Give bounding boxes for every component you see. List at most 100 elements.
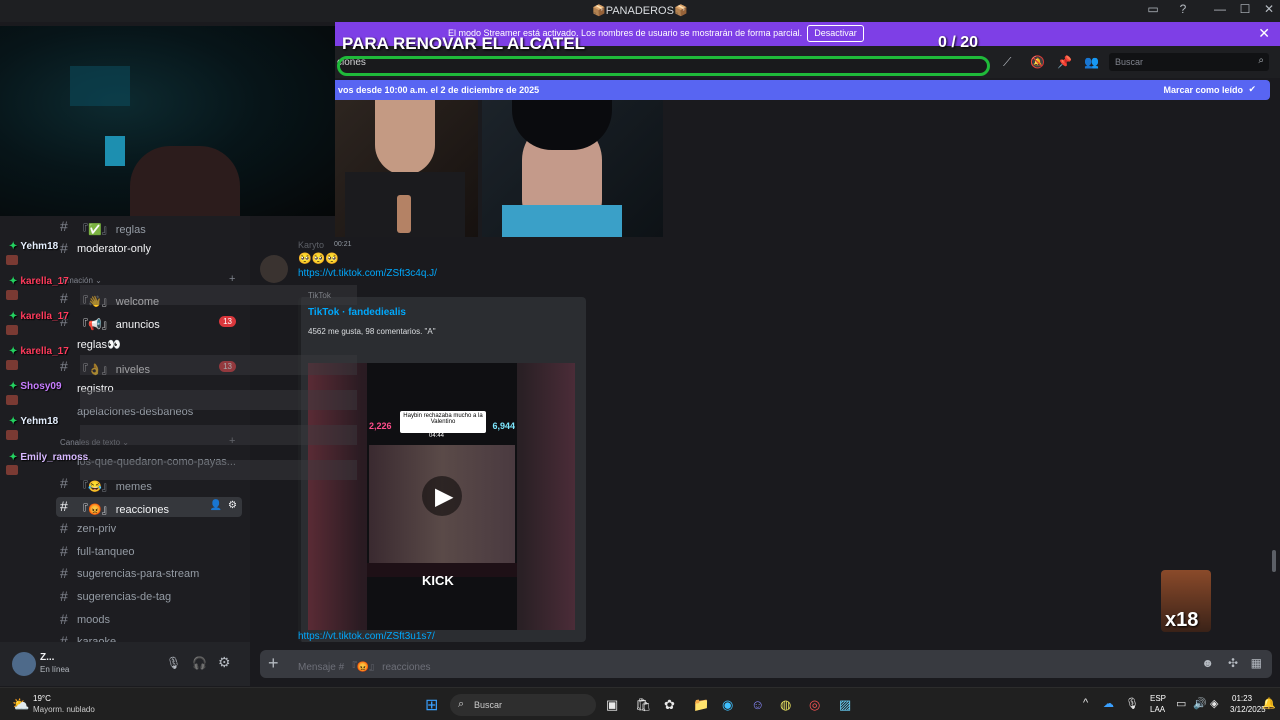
- stream-chat-user: ✦ Emily_ramoss: [9, 452, 89, 463]
- close-banner-icon[interactable]: ✕: [1258, 25, 1270, 42]
- message-input[interactable]: + Mensaje # 『😡』 reacciones ☻ ✣ ▦: [260, 650, 1272, 678]
- chat-avatar: [6, 290, 18, 300]
- message-author[interactable]: Karyto: [298, 240, 324, 250]
- mute-icon[interactable]: 🔕: [1030, 55, 1045, 69]
- goal-count: 0 / 20: [938, 34, 979, 51]
- volume-icon[interactable]: 🔊: [1193, 697, 1207, 710]
- chat-avatar: [6, 465, 18, 475]
- headphones-icon[interactable]: 🎧: [192, 656, 207, 670]
- language-label[interactable]: ESP: [1150, 694, 1166, 703]
- notification-icon[interactable]: 🔔: [1262, 697, 1276, 710]
- channel-reglas[interactable]: # 『✅』 reglas: [56, 217, 242, 237]
- scrollbar-thumb[interactable]: [1272, 550, 1276, 572]
- search-placeholder: Buscar: [1115, 57, 1144, 67]
- deactivate-button[interactable]: Desactivar: [807, 25, 864, 42]
- microphone-tray-icon[interactable]: 🎙: [1125, 697, 1139, 710]
- channel-moderator-only[interactable]: # moderator-only: [56, 239, 242, 259]
- channel-karaoke[interactable]: # karaoke: [56, 632, 242, 642]
- avatar[interactable]: [260, 255, 288, 283]
- attachment-image[interactable]: [482, 100, 663, 237]
- chat-avatar: [6, 255, 18, 265]
- edge-icon[interactable]: ◉: [722, 697, 733, 713]
- inbox-icon[interactable]: ▭: [1141, 2, 1165, 16]
- search-icon: ⌕: [458, 698, 465, 710]
- apps-icon[interactable]: ✣: [1228, 656, 1238, 670]
- channel-reglas-2[interactable]: reglas👀: [56, 334, 242, 354]
- message-placeholder: Mensaje # 『😡』 reacciones: [298, 662, 431, 673]
- attachment-image[interactable]: [335, 100, 478, 237]
- video-frame[interactable]: Haybin rechazaba mucho a la Valentino 2,…: [367, 363, 517, 630]
- right-count: 6,944: [492, 421, 515, 431]
- play-button[interactable]: ▶: [422, 476, 462, 516]
- network-icon[interactable]: ◈: [1210, 697, 1218, 710]
- microphone-icon[interactable]: 🎙: [166, 656, 181, 670]
- hash-icon: #: [60, 475, 68, 491]
- star-icon: ✦: [9, 241, 18, 252]
- channel-reacciones[interactable]: # 『😡』 reacciones 👤 ⚙: [56, 497, 242, 517]
- pin-icon[interactable]: 📌: [1057, 55, 1072, 69]
- avatar[interactable]: [12, 652, 36, 676]
- message-emojis: 🥺🥺🥺: [298, 253, 340, 265]
- taskbar-search[interactable]: ⌕ Buscar: [450, 694, 596, 716]
- channel-moods[interactable]: # moods: [56, 610, 242, 630]
- face-shape: [375, 100, 435, 175]
- app-icon[interactable]: ◍: [780, 697, 791, 713]
- channel-full-tanqueo[interactable]: # full-tanqueo: [56, 542, 242, 562]
- gift-icon[interactable]: ☻: [1201, 656, 1214, 670]
- sticker-label: x18: [1165, 609, 1199, 631]
- mark-read-icon: ✔: [1248, 84, 1256, 94]
- chevron-up-icon[interactable]: ^: [1083, 697, 1088, 709]
- obs-icon[interactable]: ◎: [809, 697, 820, 713]
- add-channel-icon[interactable]: +: [229, 273, 235, 285]
- new-messages-bar[interactable]: vos desde 10:00 a.m. el 2 de diciembre d…: [335, 80, 1270, 100]
- channel-sugerencias-tag[interactable]: # sugerencias-de-tag: [56, 587, 242, 607]
- onedrive-icon[interactable]: ☁: [1103, 697, 1114, 710]
- video-timer: 04:44: [429, 433, 445, 439]
- embed-description: 4562 me gusta, 98 comentarios. "A": [308, 327, 436, 336]
- channel-anuncios[interactable]: # 『📢』 anuncios 13: [56, 312, 242, 332]
- webcam-light: [70, 66, 130, 106]
- display-icon[interactable]: ▭: [1176, 697, 1186, 710]
- help-icon[interactable]: ?: [1171, 2, 1195, 16]
- play-icon: ▶: [435, 483, 454, 510]
- explorer-icon[interactable]: 📁: [693, 697, 709, 713]
- embed-title[interactable]: TikTok · fandediealis: [308, 307, 406, 318]
- settings-icon[interactable]: ⚙: [218, 654, 231, 671]
- search-input[interactable]: Buscar ⌕: [1109, 53, 1269, 71]
- discord-icon[interactable]: ☺: [751, 697, 764, 712]
- add-attachment-icon[interactable]: +: [268, 653, 279, 674]
- hash-icon: #: [60, 240, 68, 256]
- close-window-button[interactable]: ✕: [1257, 2, 1280, 16]
- mark-as-read-button[interactable]: Marcar como leído: [1163, 85, 1243, 95]
- user-panel: Z... En línea 🎙 🎧 ⚙: [0, 642, 250, 686]
- copilot-icon[interactable]: ✿: [664, 697, 675, 713]
- threads-icon[interactable]: ⟋: [1003, 55, 1011, 70]
- channel-sugerencias-stream[interactable]: # sugerencias-para-stream: [56, 564, 242, 584]
- photos-icon[interactable]: ▨: [839, 697, 851, 713]
- minimize-button[interactable]: —: [1208, 2, 1232, 16]
- chat-avatar: [6, 395, 18, 405]
- windows-start-icon[interactable]: ⊞: [425, 695, 438, 715]
- hash-icon: #: [60, 543, 68, 559]
- username[interactable]: Z...: [40, 652, 54, 663]
- stream-chat-user: ✦ karella_17: [9, 276, 69, 287]
- channel-zen-priv[interactable]: # zen-priv: [56, 519, 242, 539]
- star-icon: ✦: [9, 311, 18, 322]
- hash-icon: #: [60, 218, 68, 234]
- invite-icon[interactable]: 👤: [210, 500, 222, 511]
- gear-icon[interactable]: ⚙: [228, 500, 237, 511]
- star-icon: ✦: [9, 381, 18, 392]
- store-icon[interactable]: 🛍: [635, 697, 652, 713]
- weather-icon[interactable]: ⛅: [12, 696, 29, 713]
- stream-chat-user: ✦ karella_17: [9, 346, 69, 357]
- chat-avatar: [6, 325, 18, 335]
- clock-time[interactable]: 01:23: [1232, 694, 1252, 703]
- message-link[interactable]: https://vt.tiktok.com/ZSft3c4q.J/: [298, 268, 437, 279]
- star-icon: ✦: [9, 276, 18, 287]
- members-icon[interactable]: 👥: [1084, 55, 1099, 69]
- shirt-shape: [502, 205, 622, 237]
- task-view-icon[interactable]: ▣: [606, 697, 618, 713]
- emoji-icon[interactable]: ▦: [1251, 656, 1262, 670]
- message-link-2[interactable]: https://vt.tiktok.com/ZSft3u1s7/: [298, 631, 435, 642]
- maximize-button[interactable]: ☐: [1233, 2, 1257, 16]
